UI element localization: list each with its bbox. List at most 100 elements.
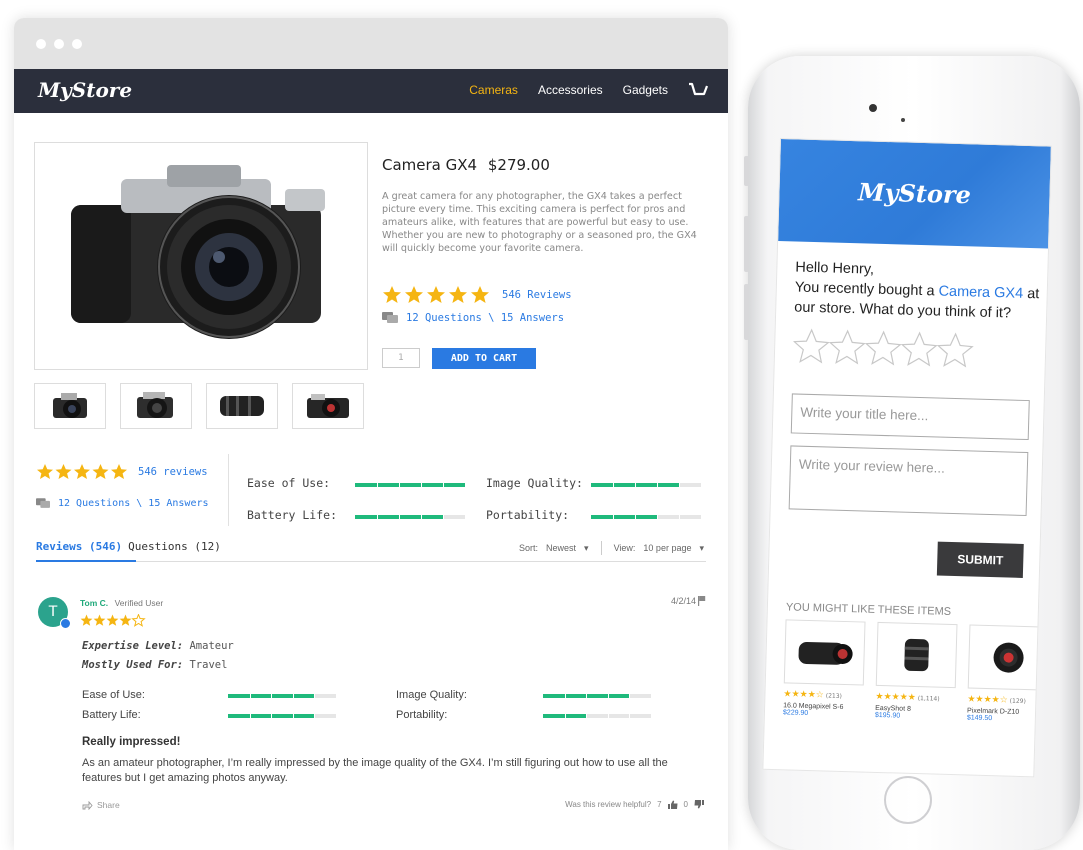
product-thumbnail[interactable]	[34, 383, 106, 429]
product-stars	[382, 285, 490, 305]
view-select[interactable]: 10 per page	[643, 543, 691, 553]
window-dot[interactable]	[54, 39, 64, 49]
review-metric-bar-image-quality	[543, 694, 651, 698]
window-dot[interactable]	[72, 39, 82, 49]
reviews-link[interactable]: 546 Reviews	[502, 289, 572, 301]
empty-star-icon-row[interactable]	[792, 327, 984, 372]
review-metric-label-image-quality: Image Quality:	[396, 689, 467, 701]
tab-reviews[interactable]: Reviews (546)	[36, 540, 122, 553]
product-main-image[interactable]	[34, 142, 368, 370]
chevron-down-icon[interactable]: ▾	[584, 543, 589, 554]
used-for-value: Travel	[189, 659, 228, 671]
store-logo[interactable]: MyStore	[38, 78, 132, 102]
expertise-value: Amateur	[189, 640, 234, 652]
thumbs-up-icon[interactable]	[667, 800, 678, 809]
submit-button[interactable]: SUBMIT	[936, 541, 1024, 578]
star-icon-row: ★★★★☆	[783, 689, 824, 701]
bar-segment-divider	[657, 483, 658, 487]
review-title: Really impressed!	[82, 736, 181, 748]
divider	[228, 454, 229, 526]
star-icon-row	[80, 614, 146, 627]
bar-segment-divider	[292, 694, 294, 698]
summary-reviews-link[interactable]: 546 reviews	[138, 466, 208, 478]
bar-segment-divider	[586, 694, 588, 698]
add-to-cart-button[interactable]: ADD TO CART	[432, 348, 536, 369]
bar-segment-divider	[679, 515, 680, 519]
window-dot[interactable]	[36, 39, 46, 49]
rating-count: (213)	[825, 691, 843, 700]
nav-link-accessories[interactable]: Accessories	[538, 83, 603, 97]
product-card[interactable]: ★★★★☆ (213) 16.0 Megapixel S-6 $229.90	[783, 619, 866, 718]
sort-select[interactable]: Newest	[546, 543, 576, 553]
bar-segment-divider	[249, 694, 251, 698]
nav-link-cameras[interactable]: Cameras	[469, 83, 518, 97]
product-image[interactable]	[875, 621, 958, 689]
product-thumbnail[interactable]	[292, 383, 364, 429]
product-thumbnail[interactable]	[120, 383, 192, 429]
product-price: $279.00	[487, 156, 550, 174]
mobile-screen: MyStore Hello Henry, You recently bought…	[762, 138, 1052, 778]
review-date: 4/2/14	[670, 596, 696, 606]
product-rating: ★★★★★ (1,114)	[875, 692, 955, 704]
mobile-greeting-message: Hello Henry, You recently bought a Camer…	[794, 257, 1046, 324]
bar-segment-divider	[377, 515, 378, 519]
verified-badge: Verified User	[114, 598, 164, 608]
review-body-input[interactable]: Write your review here...	[788, 445, 1029, 517]
sort-bar: Sort: Newest ▾ View: 10 per page ▾	[519, 541, 704, 555]
mostly-used-for: Mostly Used For: Travel	[82, 659, 227, 671]
review-metric-label-ease: Ease of Use:	[82, 689, 145, 701]
thumbs-down-icon[interactable]	[694, 800, 704, 809]
rating-input[interactable]	[792, 327, 984, 372]
summary-qa-link[interactable]: 12 Questions \ 15 Answers	[58, 498, 209, 509]
metric-bar-portability	[591, 515, 701, 519]
rating-count: (1,114)	[917, 694, 940, 703]
view-label: View:	[613, 543, 636, 553]
review-title-input[interactable]: Write your title here...	[790, 393, 1030, 441]
bar-segment-divider	[314, 694, 316, 698]
desktop-browser-window: MyStore Cameras Accessories Gadgets Came…	[14, 18, 728, 850]
product-name: Camera GX4	[382, 156, 478, 174]
metric-label-image-quality: Image Quality:	[486, 476, 583, 490]
bar-segment-divider	[421, 515, 422, 519]
bar-segment-divider	[657, 515, 658, 519]
message-before: You recently bought a	[794, 279, 939, 300]
qa-link[interactable]: 12 Questions \ 15 Answers	[406, 312, 564, 324]
mobile-store-logo[interactable]: MyStore	[779, 175, 1050, 212]
quantity-input[interactable]: 1	[382, 348, 420, 368]
rating-summary: 546 reviews 12 Questions \ 15 Answers	[36, 463, 209, 509]
nav-link-gadgets[interactable]: Gadgets	[623, 83, 668, 97]
bar-segment-divider	[292, 714, 294, 718]
product-thumbnail[interactable]	[206, 383, 278, 429]
tab-questions[interactable]: Questions (12)	[128, 540, 221, 553]
product-card[interactable]: ★★★★☆ (129) Pixelmark D-Z10 $149.50	[967, 624, 1050, 723]
used-for-label: Mostly Used For:	[82, 659, 184, 671]
phone-side-button	[744, 216, 749, 272]
share-button[interactable]: Share	[82, 800, 120, 810]
camera-image	[71, 165, 325, 339]
bar-segment-divider	[443, 515, 444, 519]
bar-segment-divider	[443, 483, 444, 487]
tab-reviews-count: (546)	[88, 540, 123, 553]
review-tabs: Reviews (546) Questions (12)	[36, 540, 221, 553]
home-button[interactable]	[884, 776, 932, 824]
helpful-no-count: 0	[683, 800, 688, 809]
chevron-down-icon[interactable]: ▾	[699, 543, 704, 554]
product-image[interactable]	[967, 624, 1050, 691]
bar-segment-divider	[421, 483, 422, 487]
bar-segment-divider	[635, 483, 636, 487]
flag-icon[interactable]	[698, 596, 706, 606]
earpiece-icon	[901, 118, 905, 122]
mobile-phone: MyStore Hello Henry, You recently bought…	[744, 56, 1080, 850]
bar-segment-divider	[399, 515, 400, 519]
helpful-yes-count: 7	[657, 800, 662, 809]
bar-segment-divider	[314, 714, 316, 718]
product-rating: ★★★★☆ (129)	[967, 694, 1047, 706]
product-link[interactable]: Camera GX4	[938, 283, 1023, 301]
reviewer-name[interactable]: Tom C.	[80, 598, 108, 608]
bar-segment-divider	[564, 714, 566, 718]
product-card[interactable]: ★★★★★ (1,114) EasyShot 8 $195.90	[875, 621, 958, 721]
cart-icon[interactable]	[688, 82, 708, 98]
bar-segment-divider	[607, 714, 609, 718]
product-image[interactable]	[783, 619, 866, 686]
review-metric-bar-battery	[228, 714, 336, 718]
